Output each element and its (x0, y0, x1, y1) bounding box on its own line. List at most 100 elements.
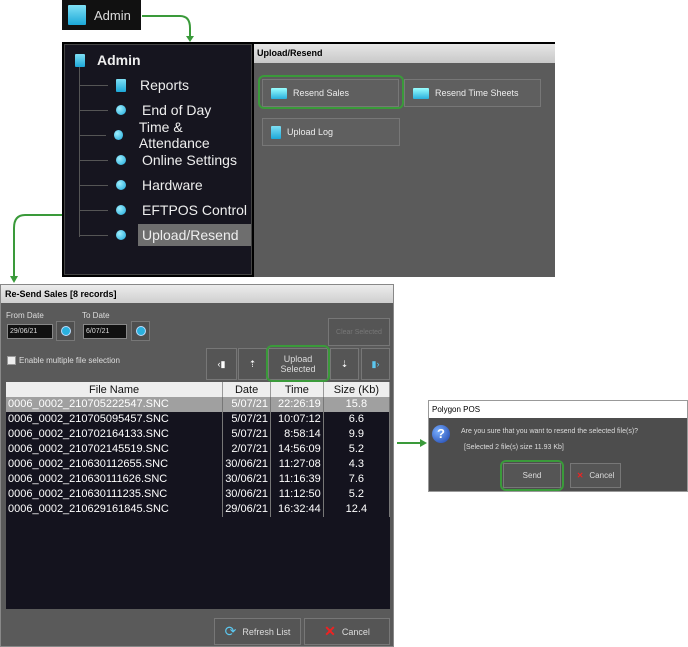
dot-icon (113, 130, 123, 140)
monitor-upload-icon (413, 87, 429, 99)
sidebar-item-eftpos-control[interactable]: EFTPOS Control (65, 198, 251, 222)
to-date-search-button[interactable] (131, 321, 150, 341)
table-row[interactable]: 0006_0002_210705222547.SNC 5/07/21 22:26:1… (6, 397, 391, 412)
cell-file: 0006_0002_210705095457.SNC (6, 412, 224, 427)
cell-date: 5/07/21 (222, 412, 272, 427)
table-row[interactable]: 0006_0002_210629161845.SNC 29/06/21 16:32:… (6, 502, 391, 517)
sidebar-item-upload-resend[interactable]: Upload/Resend (65, 223, 251, 247)
document-icon (116, 78, 126, 92)
from-date-search-button[interactable] (56, 321, 75, 341)
table-row[interactable]: 0006_0002_210702164133.SNC 5/07/21 8:58:14… (6, 427, 391, 442)
sidebar-item-time-attendance[interactable]: Time & Attendance (65, 119, 251, 151)
cell-time: 11:16:39 (270, 472, 324, 487)
dot-icon (116, 230, 126, 240)
cell-size: 6.6 (323, 412, 391, 427)
cell-size: 15.8 (323, 397, 391, 412)
dot-icon (116, 205, 126, 215)
cell-time: 11:27:08 (270, 457, 324, 472)
to-date-label: To Date (82, 311, 110, 320)
multi-select-checkbox[interactable] (7, 356, 16, 365)
cell-date: 30/06/21 (222, 472, 272, 487)
prev-page-button[interactable]: ‹▮ (206, 348, 237, 380)
cell-time: 14:56:09 (270, 442, 324, 457)
dialog-detail: [Selected 2 file(s) size 11.93 Kb] (464, 444, 564, 451)
window-title: Re-Send Sales [8 records] (1, 285, 393, 303)
table-row[interactable]: 0006_0002_210702145519.SNC 2/07/21 14:56:0… (6, 442, 391, 457)
arrow-down-icon: ⇣ (340, 358, 349, 369)
cell-file: 0006_0002_210630111235.SNC (6, 487, 224, 502)
admin-doc-icon (75, 53, 85, 67)
cell-time: 22:26:19 (270, 397, 324, 412)
cell-date: 5/07/21 (222, 397, 272, 412)
dot-icon (116, 105, 126, 115)
column-date[interactable]: Date (222, 382, 272, 397)
close-icon: ✕ (576, 471, 584, 480)
cell-date: 2/07/21 (222, 442, 272, 457)
cancel-button[interactable]: ✕ Cancel (304, 618, 390, 645)
cell-file: 0006_0002_210630112655.SNC (6, 457, 224, 472)
arrow-up-icon: ⇡ (248, 358, 257, 369)
dialog-cancel-button[interactable]: ✕ Cancel (570, 463, 621, 488)
close-icon: ✕ (324, 623, 336, 639)
arrow-sidebar-to-resend (13, 214, 62, 278)
question-icon: ? (432, 425, 450, 443)
sidebar-item-reports[interactable]: Reports (65, 73, 251, 97)
upload-resend-panel: Upload/Resend Resend Sales Resend Time S… (254, 44, 555, 277)
upload-log-button[interactable]: Upload Log (262, 118, 400, 146)
table-row[interactable]: 0006_0002_210630112655.SNC 30/06/21 11:27:… (6, 457, 391, 472)
column-file-name[interactable]: File Name (6, 382, 224, 397)
resend-sales-window: Re-Send Sales [8 records] From Date 29/0… (0, 284, 394, 647)
dot-icon (116, 155, 126, 165)
sidebar-item-online-settings[interactable]: Online Settings (65, 148, 251, 172)
cell-size: 4.3 (323, 457, 391, 472)
table-row[interactable]: 0006_0002_210630111235.SNC 30/06/21 11:12:… (6, 487, 391, 502)
refresh-icon: ⟳ (224, 623, 237, 639)
cell-size: 12.4 (323, 502, 391, 517)
highlight (266, 345, 330, 382)
cell-file: 0006_0002_210630111626.SNC (6, 472, 224, 487)
next-page-button[interactable]: ▮› (361, 348, 390, 380)
column-size[interactable]: Size (Kb) (323, 382, 391, 397)
move-bottom-button[interactable]: ⇣ (330, 348, 359, 380)
clear-selected-button[interactable]: Clear Selected (328, 318, 390, 346)
cell-date: 30/06/21 (222, 487, 272, 502)
from-date-label: From Date (6, 311, 44, 320)
cell-size: 5.2 (323, 442, 391, 457)
dialog-title: Polygon POS (429, 401, 687, 418)
cell-size: 5.2 (323, 487, 391, 502)
cell-file: 0006_0002_210702145519.SNC (6, 442, 224, 457)
resend-time-sheets-button[interactable]: Resend Time Sheets (404, 79, 541, 107)
cell-date: 30/06/21 (222, 457, 272, 472)
admin-window: Admin Reports End of Day Time & Attendan… (62, 42, 555, 277)
multi-select-row[interactable]: Enable multiple file selection (7, 356, 120, 365)
cell-time: 8:58:14 (270, 427, 324, 442)
to-date-input[interactable]: 6/07/21 (83, 324, 127, 339)
move-top-button[interactable]: ⇡ (238, 348, 267, 380)
sidebar-root-admin[interactable]: Admin (65, 48, 251, 72)
arrow-admin-to-window (142, 15, 191, 38)
sidebar-item-hardware[interactable]: Hardware (65, 173, 251, 197)
cell-size: 9.9 (323, 427, 391, 442)
highlight (500, 460, 564, 491)
file-table: File Name Date Time Size (Kb) 0006_0002_… (6, 382, 391, 609)
table-row[interactable]: 0006_0002_210705095457.SNC 5/07/21 10:07:1… (6, 412, 391, 427)
dot-icon (116, 180, 126, 190)
cell-time: 16:32:44 (270, 502, 324, 517)
cell-date: 29/06/21 (222, 502, 272, 517)
dialog-message: Are you sure that you want to resend the… (461, 428, 639, 435)
column-time[interactable]: Time (270, 382, 324, 397)
cell-file: 0006_0002_210702164133.SNC (6, 427, 224, 442)
cell-time: 11:12:50 (270, 487, 324, 502)
cell-time: 10:07:12 (270, 412, 324, 427)
from-date-input[interactable]: 29/06/21 (7, 324, 53, 339)
panel-title: Upload/Resend (254, 44, 555, 63)
search-icon (60, 326, 71, 336)
cell-size: 7.6 (323, 472, 391, 487)
confirm-dialog: Polygon POS ? Are you sure that you want… (428, 400, 688, 492)
cell-file: 0006_0002_210629161845.SNC (6, 502, 224, 517)
document-icon (271, 125, 281, 139)
refresh-list-button[interactable]: ⟳ Refresh List (214, 618, 301, 645)
table-row[interactable]: 0006_0002_210630111626.SNC 30/06/21 11:16:… (6, 472, 391, 487)
chevron-right-doc-icon: ▮› (371, 358, 380, 369)
highlight (258, 75, 404, 109)
